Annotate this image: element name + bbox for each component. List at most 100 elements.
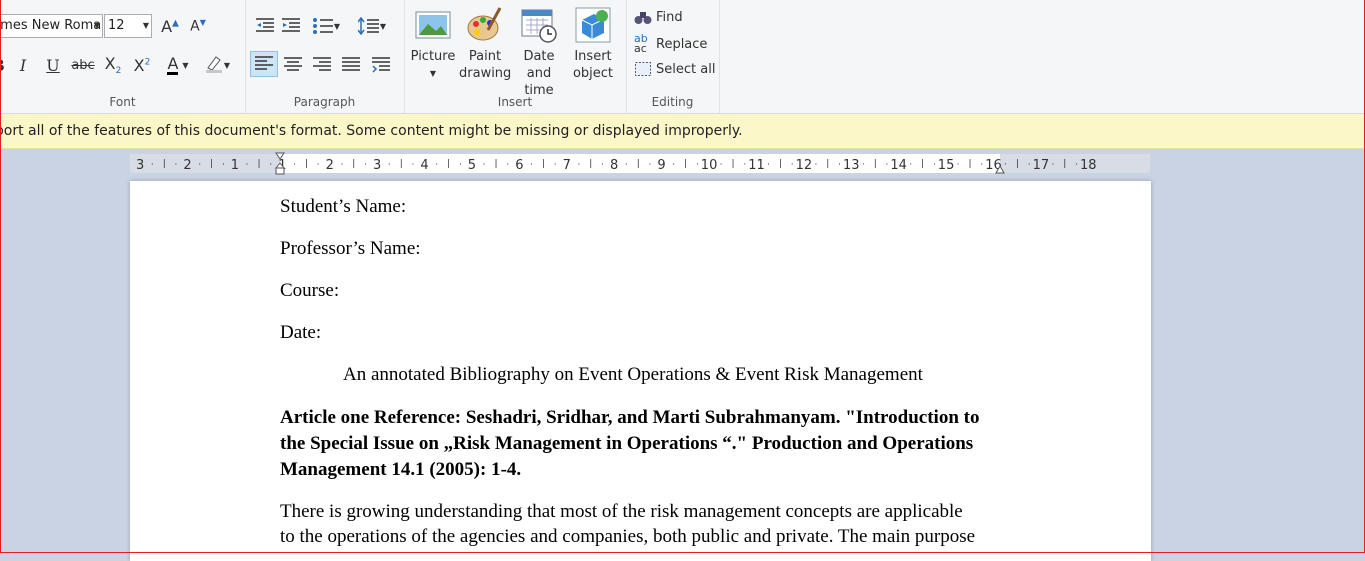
- italic-icon: I: [19, 55, 27, 75]
- ruler-minor-tick: ·: [1027, 160, 1031, 170]
- datetime-label-line1: Date and: [523, 49, 555, 81]
- bullets-button[interactable]: ▼: [309, 14, 343, 38]
- font-family-select[interactable]: Times New Roma ▼: [0, 14, 103, 38]
- reference-line-1: Article one Reference: Seshadri, Sridhar…: [280, 407, 980, 428]
- reference-line-2: the Special Issue on „Risk Management in…: [280, 433, 974, 454]
- font-group: Times New Roma ▼ 12 ▼ A▲ A▼ B I U abc X2…: [0, 0, 246, 113]
- chevron-down-icon: ▼: [429, 69, 437, 78]
- align-right-button[interactable]: [310, 53, 334, 77]
- underline-button[interactable]: U: [41, 53, 65, 77]
- date-time-button[interactable]: Date and time: [511, 6, 567, 99]
- ruler-minor-tick: ·: [482, 160, 486, 170]
- ruler-minor-tick: ·: [553, 160, 557, 170]
- grow-font-button[interactable]: A▲: [158, 14, 182, 38]
- insert-group-label: Insert: [497, 95, 533, 109]
- ruler-minor-tick: ·: [814, 160, 818, 170]
- ruler-minor-tick: ·: [648, 160, 652, 170]
- document-page[interactable]: Student’s Name: Professor’s Name: Course…: [130, 181, 1151, 561]
- justify-button[interactable]: [339, 53, 363, 77]
- align-center-icon: [284, 57, 302, 71]
- justify-icon: [342, 57, 360, 71]
- document-title: An annotated Bibliography on Event Opera…: [343, 364, 923, 385]
- insert-object-button[interactable]: Insert object: [570, 6, 616, 82]
- select-all-icon: [635, 62, 651, 76]
- ruler-number: 14: [890, 158, 907, 173]
- editing-group: Find ab ac Replace Select all Editing: [626, 0, 720, 113]
- select-all-button[interactable]: Select all: [634, 61, 715, 77]
- ruler-number: 8: [610, 158, 619, 173]
- paint-drawing-button[interactable]: Paint drawing: [459, 6, 511, 82]
- ruler-number: 13: [843, 158, 860, 173]
- decrease-indent-button[interactable]: [253, 14, 277, 38]
- indent-marker-icon[interactable]: [275, 152, 285, 175]
- object-label-line1: Insert: [574, 49, 612, 64]
- superscript-icon: X2: [133, 55, 151, 75]
- ruler-minor-tick: |: [304, 159, 308, 169]
- ruler-minor-tick: ·: [719, 160, 723, 170]
- ruler-number: 6: [515, 158, 524, 173]
- ruler-minor-tick: ·: [743, 160, 747, 170]
- ruler-number: 2: [325, 158, 334, 173]
- superscript-button[interactable]: X2: [130, 53, 154, 77]
- picture-button[interactable]: Picture ▼: [410, 6, 456, 82]
- ruler-minor-tick: |: [399, 159, 403, 169]
- font-size-value: 12: [108, 18, 125, 33]
- ruler-minor-tick: ·: [909, 160, 913, 170]
- decrease-indent-icon: [256, 18, 274, 32]
- ruler-number: 3: [136, 158, 145, 173]
- align-center-button[interactable]: [281, 53, 305, 77]
- font-group-label: Font: [109, 95, 136, 109]
- shrink-font-button[interactable]: A▼: [186, 14, 210, 38]
- ruler-minor-tick: ·: [364, 160, 368, 170]
- paragraph-dialog-button[interactable]: [369, 53, 393, 77]
- subscript-icon: X2: [104, 53, 122, 77]
- underline-icon: U: [46, 55, 60, 75]
- font-size-select[interactable]: 12 ▼: [104, 14, 152, 38]
- italic-button[interactable]: I: [11, 53, 35, 77]
- chevron-down-icon: ▼: [223, 60, 231, 70]
- ruler-minor-tick: |: [684, 159, 688, 169]
- replace-button[interactable]: ab ac Replace: [634, 33, 708, 54]
- line-spacing-button[interactable]: ▼: [355, 14, 389, 38]
- ruler-minor-tick: ·: [435, 160, 439, 170]
- paragraph-settings-icon: [372, 57, 390, 73]
- ruler-minor-tick: ·: [245, 160, 249, 170]
- ruler-number: 11: [748, 158, 765, 173]
- strikethrough-button[interactable]: abc: [71, 53, 95, 77]
- ruler-minor-tick: |: [731, 159, 735, 169]
- ruler-minor-tick: ·: [861, 160, 865, 170]
- ruler-minor-tick: ·: [1051, 160, 1055, 170]
- font-family-value: Times New Roma: [0, 18, 102, 33]
- insert-group: Picture ▼ Paint drawing Date and time In…: [404, 0, 627, 113]
- increase-indent-icon: [282, 18, 300, 32]
- subscript-button[interactable]: X2: [101, 53, 125, 77]
- ruler-minor-tick: |: [1015, 159, 1019, 169]
- align-left-button[interactable]: [250, 51, 278, 77]
- ruler-minor-tick: |: [210, 159, 214, 169]
- chevron-down-icon: ▼: [379, 21, 387, 31]
- binoculars-icon: [634, 12, 652, 24]
- ruler-minor-tick: ·: [601, 160, 605, 170]
- ruler-minor-tick: ·: [624, 160, 628, 170]
- highlight-button[interactable]: ▼: [198, 53, 236, 77]
- chevron-down-icon: ▼: [182, 60, 189, 70]
- replace-label: Replace: [656, 36, 708, 52]
- find-button[interactable]: Find: [634, 9, 683, 25]
- ruler-number: 5: [467, 158, 477, 173]
- ruler-minor-tick: ·: [198, 160, 202, 170]
- ruler-number: 17: [1032, 158, 1050, 173]
- ruler-minor-tick: ·: [767, 160, 770, 170]
- text-color-button[interactable]: A ▼: [160, 53, 196, 77]
- ruler-minor-tick: |: [257, 159, 261, 169]
- chevron-down-icon: ▼: [333, 21, 341, 31]
- ruler-number: 12: [795, 158, 813, 173]
- shrink-font-icon: A▼: [190, 17, 206, 35]
- ruler-number: 3: [373, 158, 382, 173]
- right-indent-marker-icon[interactable]: [995, 162, 1005, 174]
- insert-object-icon: [574, 6, 612, 44]
- ruler-minor-tick: |: [921, 159, 925, 169]
- horizontal-ruler[interactable]: 3·|·2·|·1·|·1·|·2·|·3·|·4·|·5·|·6·|·7·|·…: [130, 152, 1150, 175]
- chevron-down-icon: ▼: [93, 21, 100, 30]
- increase-indent-button[interactable]: [279, 14, 303, 38]
- bold-button[interactable]: B: [0, 53, 10, 77]
